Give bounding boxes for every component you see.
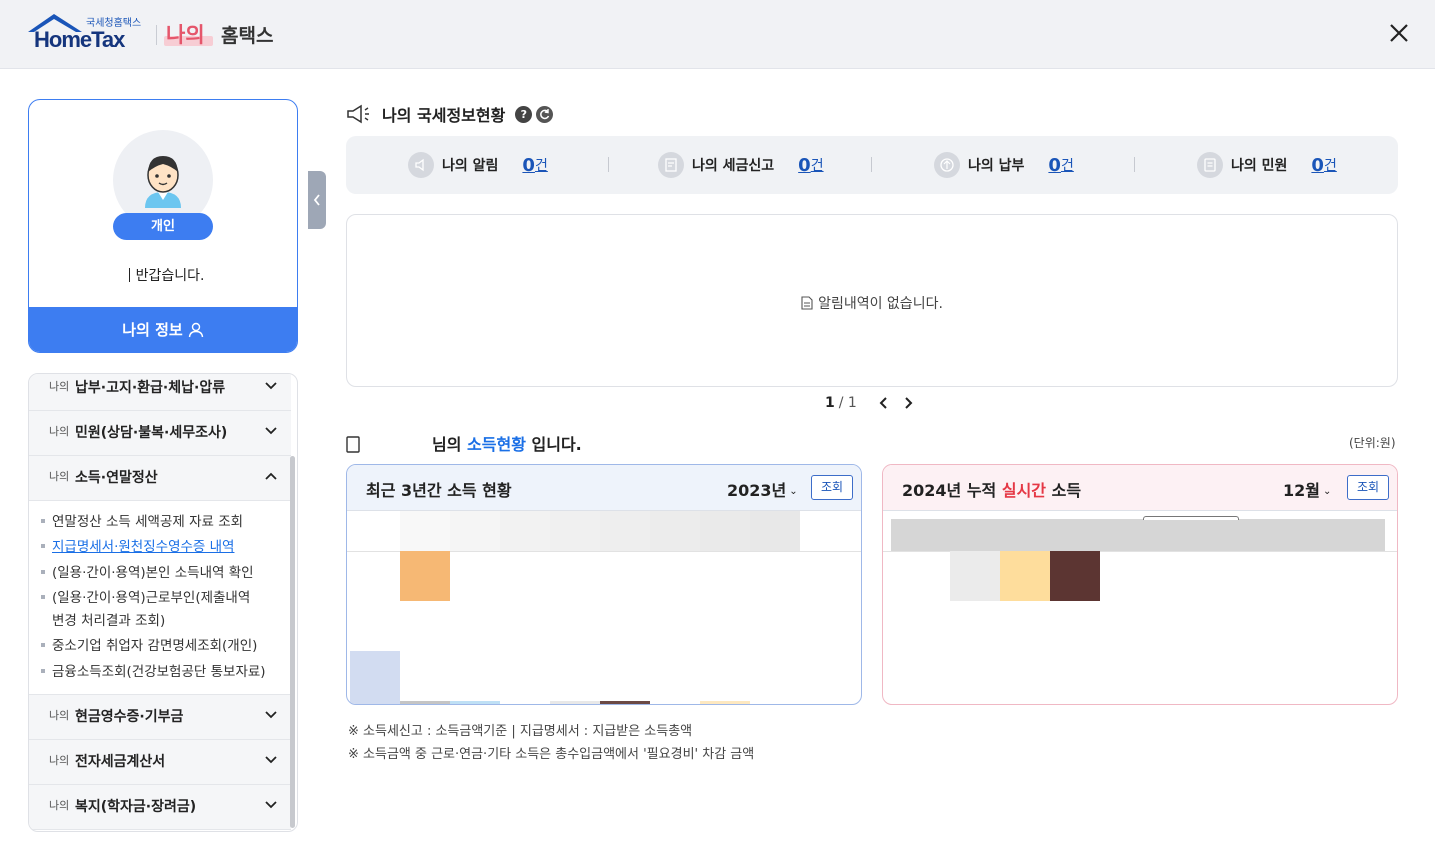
- speaker-icon: [408, 152, 434, 178]
- chevron-left-icon[interactable]: [879, 397, 889, 409]
- status-section-title: 나의 국세정보현황 ?: [346, 102, 554, 126]
- menu-prefix: 나의: [49, 425, 70, 438]
- year-select[interactable]: 2023년 ⌄: [727, 477, 798, 501]
- page-current: 1: [825, 395, 835, 411]
- user-icon: [188, 322, 203, 337]
- chevron-down-icon: [265, 382, 277, 390]
- my-info-label: 나의 정보: [122, 321, 183, 339]
- empty-notification-message: 알림내역이 없습니다.: [347, 293, 1397, 313]
- menu-item-income[interactable]: 나의 소득·연말정산: [29, 456, 291, 501]
- help-icon[interactable]: ?: [515, 105, 533, 123]
- chart-redacted-area: [891, 519, 1385, 551]
- card-header: 2024년 누적 실시간 소득 12월 ⌄ 조회: [883, 465, 1397, 511]
- megaphone-icon: [347, 104, 369, 124]
- my-info-button[interactable]: 나의 정보: [29, 307, 297, 352]
- summary-alerts[interactable]: 나의 알림 0 건: [408, 136, 548, 194]
- profile-card: 개인 반갑습니다. 나의 정보: [28, 99, 298, 353]
- chart-bar: [350, 651, 400, 704]
- greeting-label: 반갑습니다.: [135, 268, 205, 284]
- summary-civil-petition[interactable]: 나의 민원 0 건: [1197, 136, 1337, 194]
- logo-text: HomeTax: [34, 27, 125, 52]
- menu-prefix: 나의: [49, 380, 70, 393]
- search-button[interactable]: 조회: [811, 475, 853, 500]
- chevron-down-icon: [265, 711, 277, 719]
- income-section-title: 님의 소득현황 입니다.: [346, 430, 582, 458]
- submenu-item[interactable]: 중소기업 취업자 감면명세조회(개인): [41, 635, 257, 657]
- sidebar-menu: 나의 납부·고지·환급·체납·압류 나의 민원(상담·불복·세무조사) 나의 소…: [28, 373, 298, 832]
- menu-item-label: 복지(학자금·장려금): [75, 799, 197, 815]
- tax-filing-count[interactable]: 0: [798, 155, 811, 176]
- menu-item-label: 납부·고지·환급·체납·압류: [75, 380, 226, 396]
- page-total: / 1: [838, 395, 857, 411]
- notification-pager: 1 / 1: [825, 395, 913, 411]
- chevron-left-icon: [313, 194, 320, 206]
- chevron-up-icon: [265, 472, 277, 480]
- clipboard-icon: [1197, 152, 1223, 178]
- submenu-item[interactable]: (일용·간이·용역)근로부인(제출내역: [41, 587, 250, 609]
- income-realtime-card: 2024년 누적 실시간 소득 12월 ⌄ 조회: [882, 464, 1398, 705]
- payment-icon: [934, 152, 960, 178]
- chart-bar: [1050, 551, 1100, 601]
- menu-scrollbar[interactable]: [290, 456, 295, 828]
- menu-item-welfare[interactable]: 나의 복지(학자금·장려금): [29, 785, 291, 830]
- search-button[interactable]: 조회: [1347, 475, 1389, 500]
- document-icon: [801, 296, 813, 310]
- notification-panel: 알림내역이 없습니다.: [346, 214, 1398, 387]
- menu-prefix: 나의: [49, 754, 70, 767]
- masked-user-name: [122, 268, 130, 282]
- hometax-logo[interactable]: 국세청홈택스 HomeTax: [26, 12, 146, 52]
- header-my-label: 나의: [166, 23, 205, 47]
- menu-item-label: 전자세금계산서: [75, 754, 166, 770]
- sidebar-collapse-button[interactable]: [308, 171, 326, 229]
- unit-note: (단위:원): [1349, 436, 1396, 450]
- chart-bar: [950, 551, 1000, 601]
- chart-bar: [1000, 551, 1050, 601]
- menu-prefix: 나의: [49, 470, 70, 483]
- close-icon[interactable]: [1386, 20, 1412, 46]
- footnote: ※ 소득금액 중 근로·연금·기타 소득은 총수입금액에서 '필요경비' 차감 …: [348, 747, 755, 762]
- menu-prefix: 나의: [49, 709, 70, 722]
- menu-item-label: 현금영수증·기부금: [75, 709, 184, 725]
- menu-item-cash-receipt[interactable]: 나의 현금영수증·기부금: [29, 695, 291, 740]
- masked-user-name: [360, 430, 432, 458]
- card-header: 최근 3년간 소득 현황 2023년 ⌄ 조회: [347, 465, 861, 511]
- submenu-item-active[interactable]: 지급명세서·원천징수영수증 내역: [41, 536, 234, 558]
- menu-item-payment[interactable]: 나의 납부·고지·환급·체납·압류: [29, 374, 291, 411]
- menu-item-civil-petition[interactable]: 나의 민원(상담·불복·세무조사): [29, 411, 291, 456]
- summary-payment[interactable]: 나의 납부 0 건: [934, 136, 1074, 194]
- income-submenu: 연말정산 소득 세액공제 자료 조회 지급명세서·원천징수영수증 내역 (일용·…: [29, 502, 291, 695]
- document-edit-icon: [658, 152, 684, 178]
- window-header: 국세청홈택스 HomeTax 나의 홈택스: [0, 0, 1435, 69]
- card-title: 2024년 누적 실시간 소득: [902, 481, 1082, 500]
- clipboard-icon: [346, 436, 360, 453]
- chevron-down-icon: [265, 427, 277, 435]
- chevron-down-icon: [265, 756, 277, 764]
- refresh-icon[interactable]: [536, 105, 554, 123]
- card-title: 최근 3년간 소득 현황: [366, 481, 512, 500]
- status-title-text: 나의 국세정보현황: [382, 106, 506, 125]
- submenu-item[interactable]: 연말정산 소득 세액공제 자료 조회: [41, 511, 243, 533]
- chart-bar: [400, 551, 450, 601]
- menu-item-label: 소득·연말정산: [75, 470, 158, 486]
- chevron-right-icon[interactable]: [903, 397, 913, 409]
- submenu-item[interactable]: 금융소득조회(건강보험공단 통보자료): [41, 661, 266, 683]
- status-summary-bar: 나의 알림 0 건 나의 세금신고 0 건 나의 납부 0 건 나의 민원 0 …: [346, 136, 1398, 194]
- submenu-item[interactable]: (일용·간이·용역)본인 소득내역 확인: [41, 562, 254, 584]
- payment-count[interactable]: 0: [1048, 155, 1061, 176]
- header-hometax-label: 홈택스: [221, 25, 274, 47]
- summary-tax-filing[interactable]: 나의 세금신고 0 건: [658, 136, 824, 194]
- menu-prefix: 나의: [49, 799, 70, 812]
- greeting-text: 반갑습니다.: [29, 265, 297, 285]
- menu-item-label: 민원(상담·불복·세무조사): [75, 425, 228, 441]
- month-select[interactable]: 12월 ⌄: [1283, 477, 1331, 501]
- user-type-badge: 개인: [113, 213, 213, 240]
- income-3year-card: 최근 3년간 소득 현황 2023년 ⌄ 조회: [346, 464, 862, 705]
- menu-item-e-invoice[interactable]: 나의 전자세금계산서: [29, 740, 291, 785]
- header-divider: [156, 25, 157, 45]
- alerts-count[interactable]: 0: [522, 155, 535, 176]
- submenu-item-continued[interactable]: 변경 처리결과 조회): [52, 610, 165, 632]
- footnote: ※ 소득세신고 : 소득금액기준 | 지급명세서 : 지급받은 소득총액: [348, 724, 693, 739]
- chevron-down-icon: [265, 801, 277, 809]
- civil-petition-count[interactable]: 0: [1311, 155, 1324, 176]
